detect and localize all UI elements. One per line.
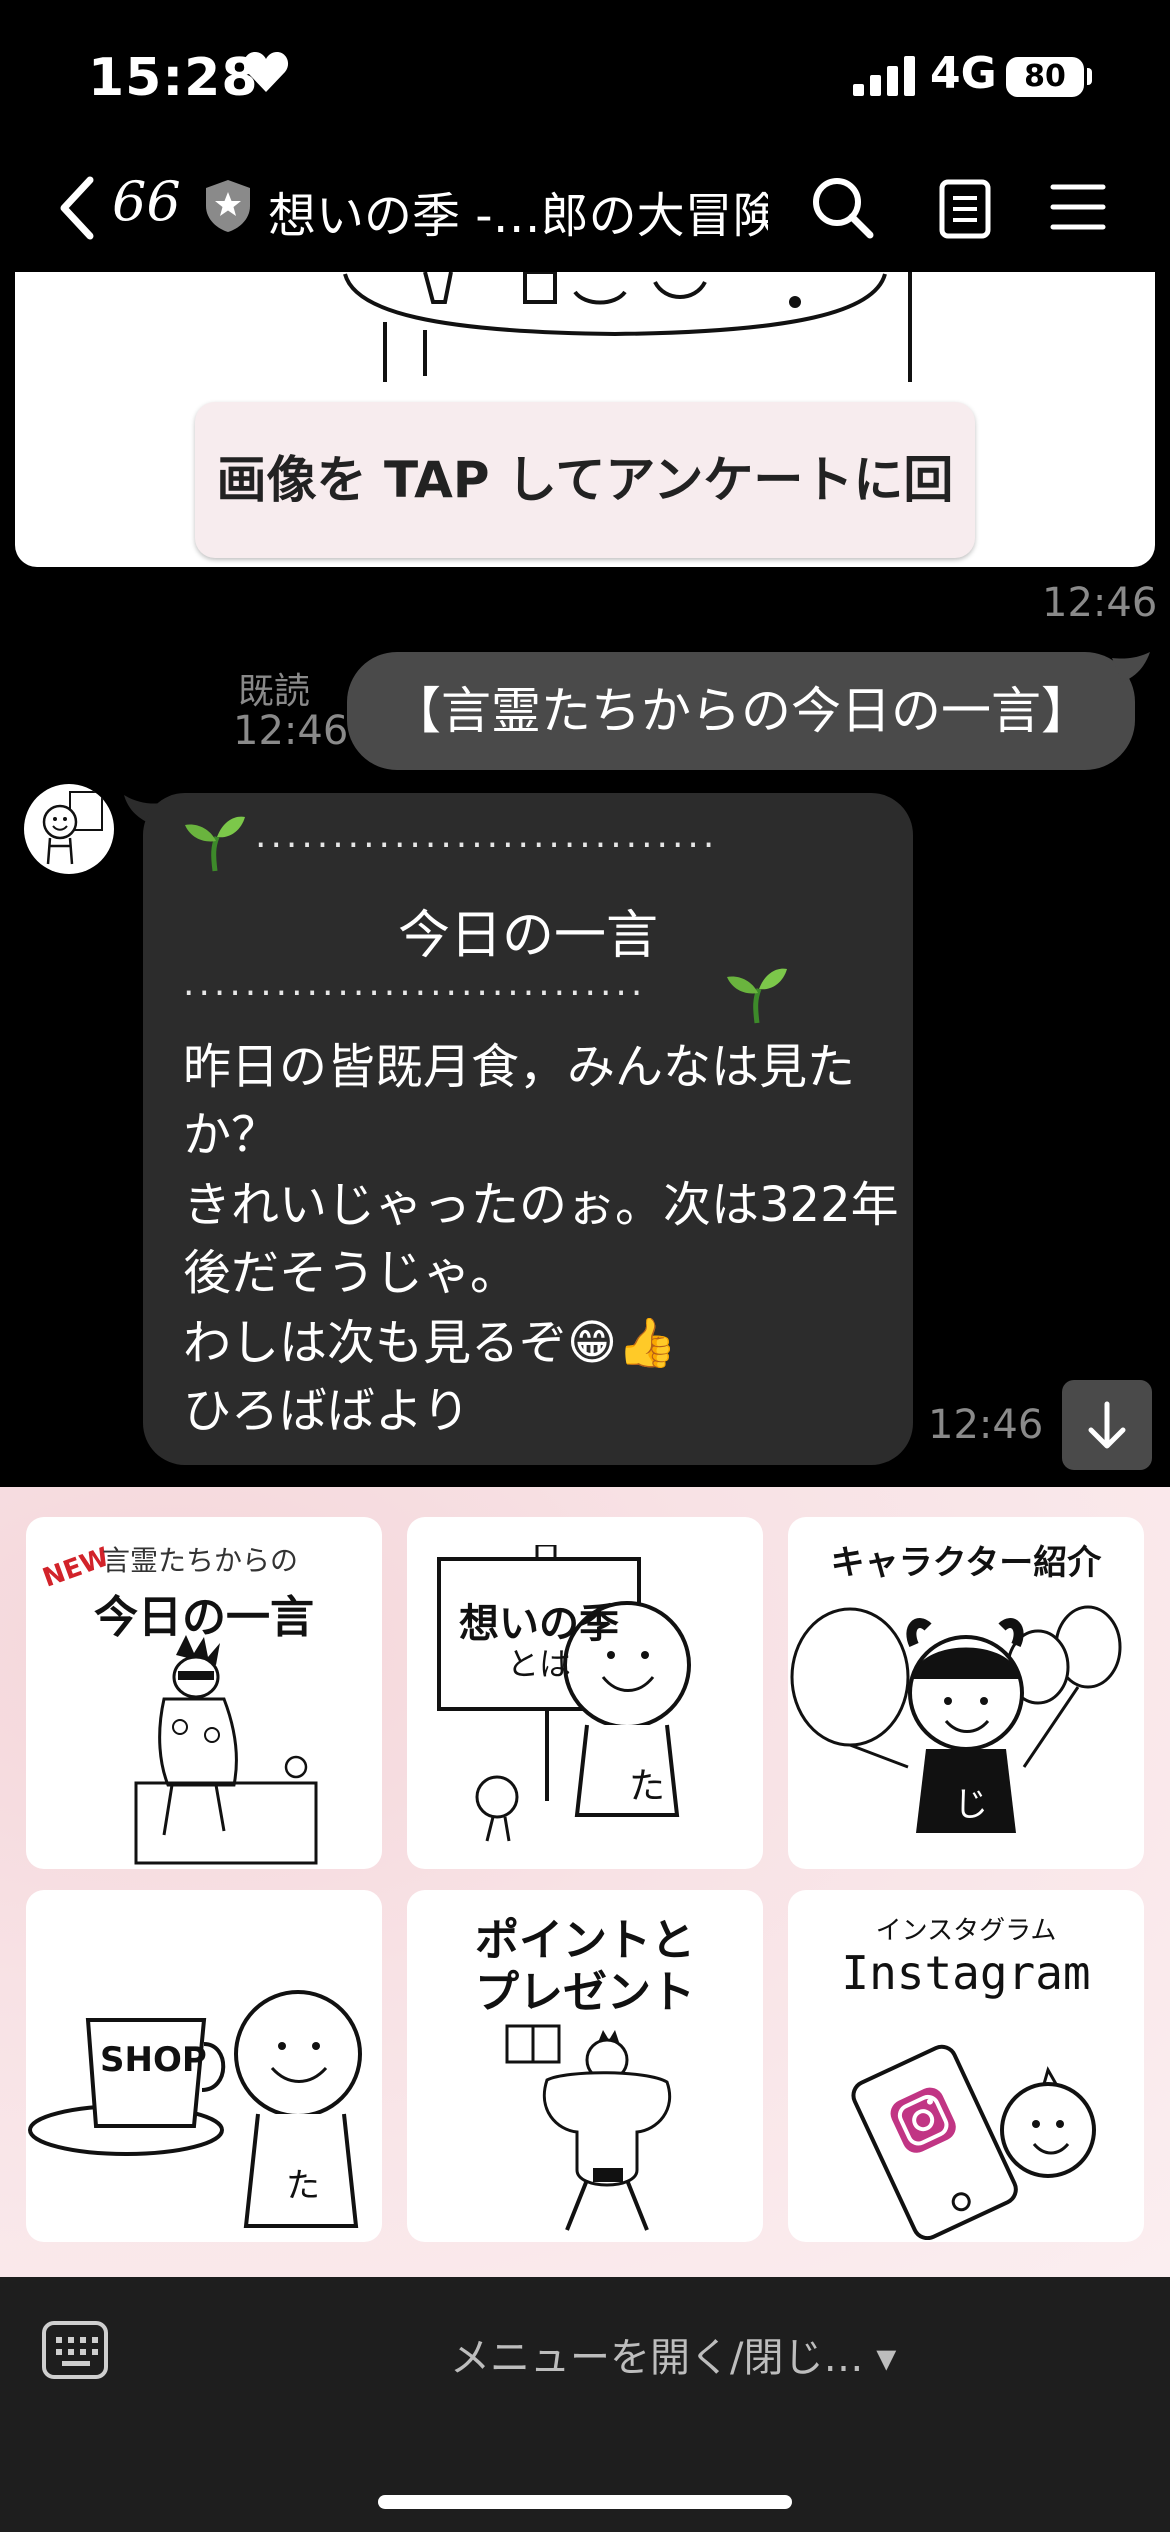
dotted-divider: .............................. [255, 815, 719, 856]
verified-shield-icon [206, 180, 250, 232]
message-line: 後だそうじゃ。 [183, 1245, 519, 1301]
rich-menu-instagram[interactable]: インスタグラム Instagram [788, 1890, 1144, 2242]
sent-message-bubble[interactable]: 【言霊たちからの今日の一言】 [347, 652, 1135, 770]
received-message-bubble[interactable]: .............................. 今日の一言 ...… [143, 793, 913, 1465]
cup-label: SHOP [100, 2040, 207, 2080]
heart-icon [243, 52, 289, 92]
network-label: 4G [930, 48, 997, 99]
muscle-character-illustration [505, 2024, 672, 2231]
character-label: た [286, 2166, 320, 2206]
character-illustration [134, 1635, 318, 1865]
sprout-emoji [185, 816, 245, 872]
message-line: きれいじゃったのぉ。次は322年 [183, 1177, 899, 1233]
character-illustration [790, 1605, 1122, 1833]
message-time: 12:46 [233, 708, 349, 754]
sender-avatar[interactable] [24, 784, 114, 874]
tile-title: キャラクター紹介 [830, 1543, 1102, 1583]
rich-menu-daily-word[interactable]: NEW 言霊たちからの 今日の一言 [26, 1517, 382, 1869]
notes-icon[interactable] [938, 178, 992, 240]
message-time: 12:46 [928, 1402, 1044, 1448]
status-time: 15:28 [88, 48, 259, 108]
battery-indicator: 80 [1006, 57, 1084, 97]
shop-cup-illustration [28, 1990, 362, 2228]
search-icon[interactable] [810, 175, 876, 241]
rich-menu-toggle[interactable]: メニューを開く/閉じ… ▾ [450, 2325, 896, 2383]
sign-text: とは [507, 1645, 572, 1683]
message-line: 昨日の皆既月食，みんなは見た [183, 1039, 856, 1095]
message-line: ひろばばより [183, 1383, 471, 1439]
message-time: 12:46 [1042, 580, 1158, 626]
dotted-divider: .............................. [183, 963, 647, 1004]
bubble-tail [1112, 652, 1150, 682]
chat-title: 想いの季 -…郎の大冒険- [268, 188, 768, 244]
menu-icon[interactable] [1050, 182, 1106, 232]
survey-tap-banner[interactable]: 画像を TAP してアンケートに回答 [195, 402, 975, 558]
sprout-emoji [727, 968, 787, 1024]
character-label: じ [954, 1785, 988, 1825]
phone-instagram-illustration [851, 2044, 1096, 2240]
character-label: た [629, 1766, 666, 1807]
rich-menu-characters[interactable]: キャラクター紹介 じ [788, 1517, 1144, 1869]
message-line: わしは次も見るぞ😁👍 [183, 1315, 677, 1371]
read-receipt: 既読 [238, 671, 311, 712]
home-indicator[interactable] [378, 2495, 792, 2509]
image-message[interactable]: 画像を TAP してアンケートに回答 [15, 272, 1155, 567]
message-line: か？ [183, 1107, 280, 1163]
message-heading: 今日の一言 [397, 906, 658, 966]
rich-menu-points[interactable]: ポイントと プレゼント [407, 1890, 763, 2242]
keyboard-icon[interactable] [40, 2319, 110, 2381]
battery-cap [1087, 68, 1092, 85]
rich-menu-about[interactable]: 想いの季 とは た [407, 1517, 763, 1869]
scroll-to-bottom-button[interactable] [1062, 1380, 1152, 1470]
tile-subtitle: 言霊たちからの [102, 1544, 299, 1577]
unread-count[interactable]: 66 [112, 170, 181, 233]
tile-title: プレゼント [475, 1967, 695, 2018]
arrow-down-icon [1088, 1401, 1126, 1449]
table-illustration [343, 272, 912, 382]
tile-kana: インスタグラム [875, 1916, 1057, 1946]
rich-menu: NEW 言霊たちからの 今日の一言 想いの季 とは た キャラクター紹介 じ S… [0, 1487, 1170, 2277]
tile-title: Instagram [841, 1946, 1091, 2000]
rich-menu-shop[interactable]: SHOP た [26, 1890, 382, 2242]
signal-icon [853, 56, 915, 96]
back-chevron-icon[interactable] [56, 176, 98, 240]
bottom-bar: メニューを開く/閉じ… ▾ [0, 2277, 1170, 2532]
